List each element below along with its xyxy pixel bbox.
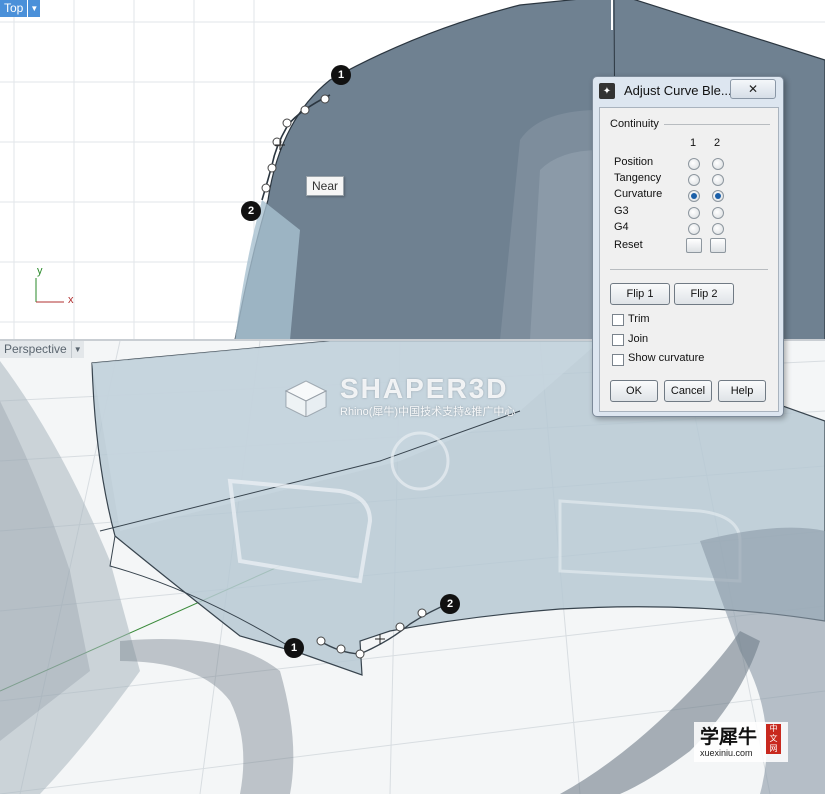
reset-button-1[interactable] — [686, 238, 702, 253]
cancel-button[interactable]: Cancel — [664, 380, 712, 402]
rhino-app-icon: ✦ — [599, 83, 615, 99]
tangency-label: Tangency — [614, 172, 662, 184]
reset-button-2[interactable] — [710, 238, 726, 253]
position-radio-1[interactable] — [688, 158, 700, 170]
g3-radio-2[interactable] — [712, 207, 724, 219]
top-viewport-title: Top — [0, 0, 28, 17]
continuity-group-label: Continuity — [610, 118, 659, 130]
position-label: Position — [614, 156, 654, 168]
curve-point-2-marker: 2 — [440, 594, 460, 614]
top-viewport-label[interactable]: Top ▼ — [0, 0, 41, 17]
join-label: Join — [628, 333, 649, 345]
g3-radio-1[interactable] — [688, 207, 700, 219]
dialog-panel: Continuity 1 2 Position Tangency Curvatu… — [599, 107, 779, 412]
watermark-brand: SHAPER3D — [340, 373, 509, 404]
perspective-viewport-title: Perspective — [0, 341, 71, 358]
xuexiniu-badge: 中文网 — [766, 724, 781, 754]
xuexiniu-url: xuexiniu.com — [700, 748, 753, 758]
group-divider — [664, 124, 770, 125]
ok-button[interactable]: OK — [610, 380, 658, 402]
curvature-label: Curvature — [614, 188, 663, 200]
axis-y-label: y — [37, 265, 43, 277]
g4-radio-2[interactable] — [712, 223, 724, 235]
tangency-radio-1[interactable] — [688, 174, 700, 186]
osnap-tooltip: Near — [306, 176, 345, 196]
viewport-menu-arrow-icon[interactable]: ▼ — [70, 341, 84, 358]
xuexiniu-logo-text: 学犀牛 — [700, 726, 758, 748]
dialog-title: Adjust Curve Ble... — [624, 83, 732, 98]
position-radio-2[interactable] — [712, 158, 724, 170]
column-1-header: 1 — [690, 137, 697, 149]
trim-checkbox[interactable] — [612, 314, 624, 326]
trim-label: Trim — [628, 313, 650, 325]
viewport-menu-arrow-icon[interactable]: ▼ — [27, 0, 41, 17]
flip-1-button[interactable]: Flip 1 — [610, 283, 670, 305]
help-button[interactable]: Help — [718, 380, 766, 402]
section-divider — [610, 269, 768, 270]
show-curvature-label: Show curvature — [628, 352, 705, 364]
shaper3d-logo-icon — [284, 380, 328, 417]
curvature-radio-1[interactable] — [688, 190, 700, 202]
close-button[interactable]: ✕ — [730, 79, 776, 99]
adjust-curve-blend-dialog: ✦ Adjust Curve Ble... ✕ Continuity 1 2 P… — [592, 76, 784, 417]
flip-2-button[interactable]: Flip 2 — [674, 283, 734, 305]
shaper3d-watermark: SHAPER3D Rhino(犀牛)中国技术支持&推广中心 — [282, 373, 552, 423]
curve-point-1-marker: 1 — [284, 638, 304, 658]
show-curvature-checkbox[interactable] — [612, 354, 624, 366]
curvature-radio-2[interactable] — [712, 190, 724, 202]
axis-x-label: x — [68, 294, 74, 306]
xuexiniu-logo: 学犀牛 中文网 xuexiniu.com — [694, 722, 788, 762]
reset-label: Reset — [614, 239, 643, 251]
join-checkbox[interactable] — [612, 334, 624, 346]
g3-label: G3 — [614, 205, 629, 217]
curve-point-2-marker: 2 — [241, 201, 261, 221]
tangency-radio-2[interactable] — [712, 174, 724, 186]
curve-point-1-marker: 1 — [331, 65, 351, 85]
column-2-header: 2 — [714, 137, 721, 149]
g4-label: G4 — [614, 221, 629, 233]
dialog-titlebar[interactable]: ✦ Adjust Curve Ble... ✕ — [593, 77, 783, 104]
watermark-subtitle: Rhino(犀牛)中国技术支持&推广中心 — [340, 406, 516, 418]
g4-radio-1[interactable] — [688, 223, 700, 235]
perspective-viewport-label[interactable]: Perspective ▼ — [0, 341, 84, 358]
